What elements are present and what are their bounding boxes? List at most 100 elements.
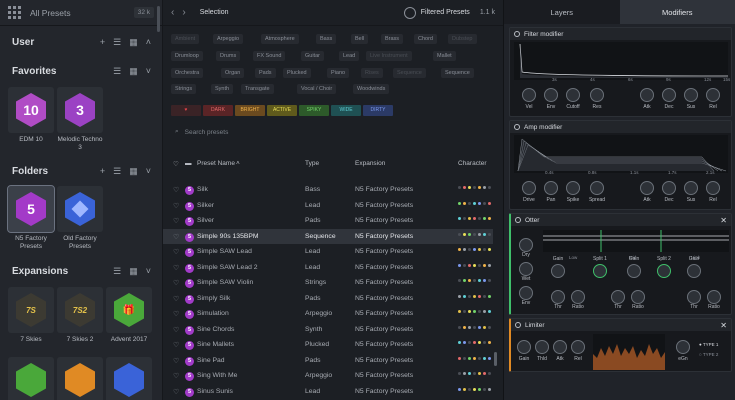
grid-view-icon[interactable]: ▦ [129,66,138,77]
chevron-down-icon[interactable]: ˅ [146,66,151,76]
favorite-heart-icon[interactable]: ♡ [173,341,179,349]
table-row[interactable]: ♡ 5 Sinus Sunis Lead N5 Factory Presets [163,384,493,399]
favorite-heart-icon[interactable]: ♡ [173,357,179,365]
character-spiky[interactable]: SPIKY [299,105,329,116]
character-bright[interactable]: BRIGHT [235,105,265,116]
favorite-heart-icon[interactable]: ♡ [173,295,179,303]
type2-radio[interactable]: ○ TYPE 2 [699,352,718,357]
parameter-knob[interactable] [535,340,549,354]
tag[interactable]: Drums [216,51,241,61]
expansion-tile-7-skies-2[interactable]: 7S2 7 Skies 2 [57,287,103,344]
table-row[interactable]: ♡ 5 Sing With Me Arpeggio N5 Factory Presets [163,368,493,383]
tag[interactable]: Strings [171,84,197,94]
parameter-knob[interactable] [553,340,567,354]
tag[interactable]: Organ [221,68,245,78]
parameter-knob[interactable] [706,88,720,102]
tag[interactable]: Vocal / Choir [297,84,337,94]
grid-icon[interactable] [8,5,22,20]
favorite-heart-icon[interactable]: ♡ [173,372,179,380]
parameter-knob[interactable] [522,181,536,195]
close-icon[interactable]: ✕ [720,216,727,225]
otter-knob[interactable] [627,264,641,278]
ceiling-knob[interactable] [676,340,690,354]
favorite-heart-icon[interactable]: ♡ [173,202,179,210]
tag[interactable]: Live Instrument [366,51,412,61]
power-icon[interactable] [514,124,520,130]
expansion-tile-7-skies[interactable]: 7S 7 Skies [8,287,54,344]
otter-side-knob[interactable] [519,238,533,252]
tag[interactable]: Rises [361,68,383,78]
type1-radio[interactable]: ● TYPE 1 [699,342,718,347]
folder-column-icon[interactable]: ▬ [185,160,192,167]
character-dirty[interactable]: DIRTY [363,105,393,116]
folder-tile-old-factory[interactable]: Old Factory Presets [57,186,103,251]
parameter-knob[interactable] [684,88,698,102]
power-icon[interactable] [514,31,520,37]
table-row[interactable]: ♡ 5 Simply Silk Pads N5 Factory Presets [163,291,493,306]
favorite-heart-icon[interactable]: ♡ [173,264,179,272]
otter-knob[interactable] [687,290,701,304]
otter-knob[interactable] [593,264,607,278]
tab-modifiers[interactable]: Modifiers [619,0,735,24]
expansion-tile-advent[interactable]: 🎁 Advent 2017 [106,287,152,344]
favorite-heart-icon[interactable]: ♡ [173,326,179,334]
add-icon[interactable]: + [100,37,105,47]
chevron-down-icon[interactable]: ˅ [146,166,151,176]
col-expansion[interactable]: Expansion [355,160,385,167]
tag[interactable]: Dubstep [448,34,477,44]
parameter-knob[interactable] [590,181,604,195]
otter-knob[interactable] [551,290,565,304]
parameter-knob[interactable] [662,181,676,195]
tag[interactable]: Piano [327,68,350,78]
amp-envelope-graph[interactable] [514,135,728,173]
favorite-heart-icon[interactable]: ♡ [173,248,179,256]
otter-side-knob[interactable] [519,286,533,300]
expansion-tile-4[interactable] [8,357,54,400]
tag[interactable]: Ambient [171,34,200,44]
table-row[interactable]: ♡ 5 Simple 90s 135BPM Sequence N5 Factory Pr… [163,228,493,244]
tag[interactable]: Plucked [283,68,311,78]
chevron-up-icon[interactable]: ˄ [146,37,151,47]
table-row[interactable]: ♡ 5 Silker Lead N5 Factory Presets [163,198,493,213]
sidebar-scrollbar[interactable] [157,6,160,32]
tag[interactable]: Orchestra [171,68,204,78]
favorite-heart-icon[interactable]: ♡ [173,217,179,225]
otter-knob[interactable] [707,290,721,304]
parameter-knob[interactable] [706,181,720,195]
favorite-tile-edm10[interactable]: 10 EDM 10 [8,87,54,144]
col-type[interactable]: Type [305,160,319,167]
tag[interactable]: Lead [339,51,360,61]
tag[interactable]: Sequence [441,68,474,78]
tag[interactable]: Atmosphere [261,34,299,44]
favorite-heart-icon[interactable]: ♡ [173,233,179,241]
tag[interactable]: Sequence [393,68,426,78]
parameter-knob[interactable] [571,340,585,354]
table-row[interactable]: ♡ 5 Simple SAW Lead 2 Lead N5 Factory Preset… [163,260,493,275]
power-icon[interactable] [515,322,521,328]
table-row[interactable]: ♡ 5 Simple SAW Violin Strings N5 Factory Pre… [163,275,493,290]
tag[interactable]: Guitar [301,51,324,61]
list-view-icon[interactable]: ☰ [113,66,121,77]
parameter-knob[interactable] [566,181,580,195]
tab-layers[interactable]: Layers [504,0,620,24]
folder-tile-n5-factory[interactable]: 5 N5 Factory Presets [7,185,55,251]
search-input[interactable]: Search presets [185,129,229,136]
forward-arrow-icon[interactable]: › [182,7,185,18]
parameter-knob[interactable] [566,88,580,102]
grid-view-icon[interactable]: ▦ [129,266,138,277]
otter-knob[interactable] [657,264,671,278]
table-row[interactable]: ♡ 5 Silk Bass N5 Factory Presets [163,182,493,197]
parameter-knob[interactable] [640,88,654,102]
tag[interactable]: Mallet [433,51,456,61]
chevron-down-icon[interactable]: ˅ [146,266,151,276]
list-view-icon[interactable]: ☰ [113,37,121,48]
parameter-knob[interactable] [522,88,536,102]
expansion-tile-6[interactable] [106,357,152,400]
parameter-knob[interactable] [684,181,698,195]
list-view-icon[interactable]: ☰ [113,166,121,177]
table-row[interactable]: ♡ 5 Silver Pads N5 Factory Presets [163,213,493,228]
tag[interactable]: Drumloop [171,51,203,61]
parameter-knob[interactable] [544,88,558,102]
col-preset-name[interactable]: Preset Name [197,160,235,167]
tag[interactable]: Transgate [241,84,274,94]
